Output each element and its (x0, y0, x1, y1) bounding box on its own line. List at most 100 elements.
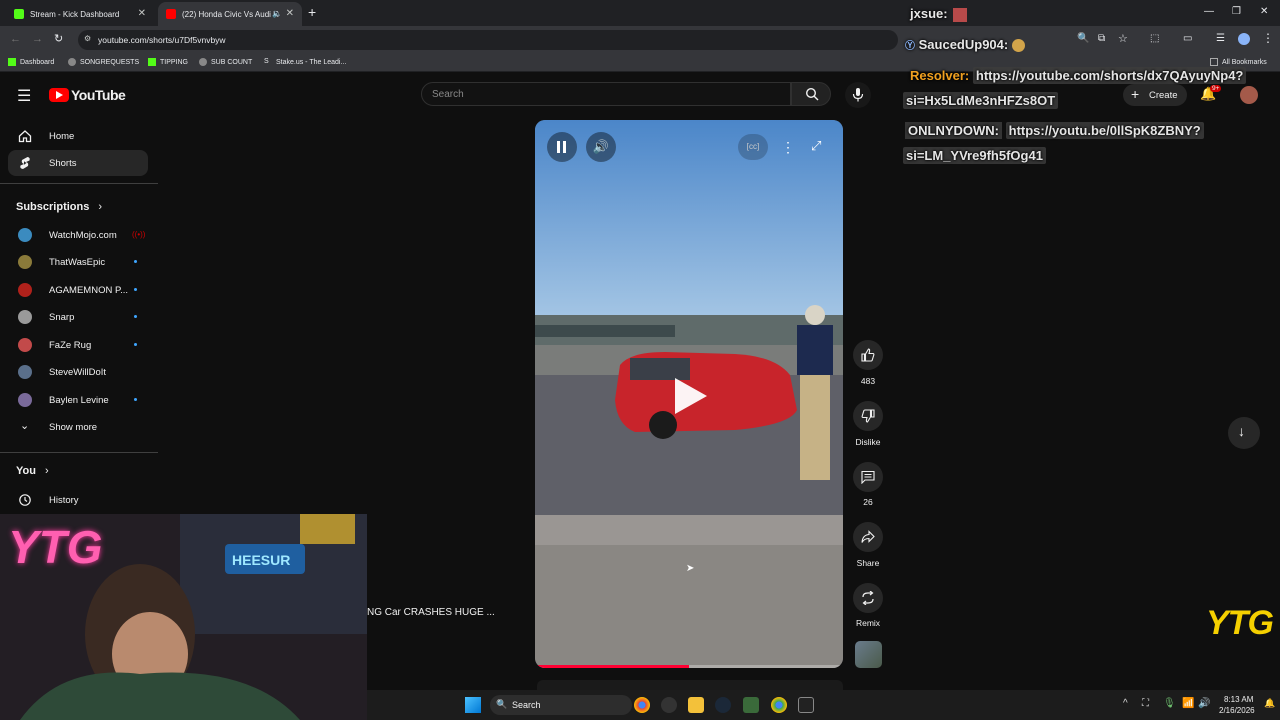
account-avatar[interactable] (1240, 86, 1258, 104)
divider (0, 183, 158, 184)
tab-youtube[interactable]: (22) Honda Civic Vs Audi R 🔈 ✕ (158, 2, 302, 26)
sidebar-item-history[interactable]: History (8, 487, 148, 513)
close-tab-icon[interactable]: ✕ (286, 8, 294, 19)
back-icon[interactable]: ← (10, 33, 21, 45)
youtube-logo-text: YouTube (71, 87, 126, 103)
you-heading[interactable]: You › (16, 465, 49, 477)
more-options-icon[interactable]: ⋮ (781, 139, 795, 156)
reload-icon[interactable]: ↻ (54, 32, 63, 45)
chat-link[interactable]: si=Hx5LdMe3nHFZs8OT (903, 92, 1059, 109)
all-bookmarks[interactable]: All Bookmarks (1210, 58, 1267, 66)
play-overlay-icon[interactable] (675, 378, 707, 414)
sidebar-icon[interactable]: ▭ (1183, 33, 1192, 44)
forward-icon[interactable]: → (32, 33, 43, 45)
coin-icon (199, 58, 207, 66)
chat-link[interactable]: https://youtu.be/0llSpK8ZBNY? (1005, 122, 1204, 139)
chat-link[interactable]: https://youtube.com/shorts/dx7QAyuyNp4? (972, 67, 1247, 84)
remix-icon (862, 591, 874, 605)
tab-kick[interactable]: Stream - Kick Dashboard ✕ (6, 2, 154, 26)
folder-icon[interactable] (688, 697, 704, 713)
clock-date[interactable]: 2/16/2026 (1219, 706, 1255, 715)
bookmark-tipping[interactable]: TIPPING (148, 58, 188, 66)
profile-avatar[interactable] (1238, 33, 1250, 45)
like-button[interactable] (853, 340, 883, 370)
remix-button[interactable] (853, 583, 883, 613)
sidebar-item-stevewilldoit[interactable]: SteveWillDoIt (8, 359, 148, 385)
bookmark-subcount[interactable]: SUB COUNT (199, 58, 252, 66)
bookmark-dashboard[interactable]: Dashboard (8, 58, 54, 66)
bookmark-songrequests[interactable]: SONGREQUESTS (68, 58, 139, 66)
fullscreen-icon[interactable]: ⤢ (811, 138, 821, 154)
bookmark-stake[interactable]: S Stake.us - The Leadi... (264, 58, 346, 66)
next-video-button[interactable]: ↓ (1228, 417, 1260, 449)
play-triangle-icon (56, 91, 63, 99)
sidebar-item-baylenlevine[interactable]: Baylen Levine (8, 387, 148, 413)
bookmark-label: SUB COUNT (211, 58, 253, 66)
sound-thumbnail[interactable] (855, 641, 882, 668)
close-tab-icon[interactable]: ✕ (138, 8, 146, 19)
obs-icon[interactable] (661, 697, 677, 713)
volume-tray-icon[interactable]: 🔊 (1198, 698, 1210, 709)
pause-button[interactable] (547, 132, 577, 162)
wifi-icon[interactable]: 📶 (1182, 698, 1194, 709)
star-icon[interactable]: ☆ (1118, 32, 1128, 45)
start-icon[interactable] (465, 697, 481, 713)
share-button[interactable] (853, 522, 883, 552)
voice-search-button[interactable] (845, 82, 871, 108)
captions-button[interactable]: [cc] (738, 134, 768, 160)
tray-icon[interactable]: ⛶ (1142, 698, 1149, 709)
close-window-button[interactable]: ✕ (1260, 6, 1268, 17)
chrome-icon[interactable] (771, 697, 787, 713)
subscriptions-label: Subscriptions (16, 201, 90, 213)
show-more-button[interactable]: ⌄ Show more (8, 414, 148, 440)
chrome-icon[interactable] (634, 697, 650, 713)
search-input[interactable]: Search (421, 82, 791, 106)
sidebar-item-agamemnon[interactable]: AGAMEMNON P... (8, 277, 148, 303)
sidebar-item-snarp[interactable]: Snarp (8, 304, 148, 330)
chat-link[interactable]: si=LM_YVre9fh5fOg41 (903, 147, 1046, 164)
channel-name: ThatWasEpic (49, 257, 106, 268)
install-icon[interactable]: ⧉ (1098, 33, 1105, 44)
create-label: Create (1149, 90, 1178, 101)
clock-time[interactable]: 8:13 AM (1224, 695, 1253, 704)
sidebar-item-thatwasepic[interactable]: ThatWasEpic (8, 249, 148, 275)
search-icon (805, 87, 819, 101)
volume-button[interactable]: 🔊 (586, 132, 616, 162)
create-button[interactable]: + Create (1123, 84, 1187, 106)
tray-chevron-icon[interactable]: ^ (1123, 698, 1128, 709)
new-tab-button[interactable]: + (308, 4, 316, 20)
tab-search-icon[interactable]: ☰ (1216, 33, 1225, 44)
new-content-dot (134, 315, 137, 318)
minimize-button[interactable]: — (1204, 6, 1214, 17)
sidebar-item-watchmojo[interactable]: WatchMojo.com ((•)) (8, 222, 148, 248)
history-icon (19, 494, 31, 506)
comments-button[interactable] (853, 462, 883, 492)
menu-icon[interactable]: ⋮ (1262, 31, 1274, 45)
avatar (18, 338, 32, 352)
notification-center-icon[interactable]: 🔔 (1264, 698, 1275, 709)
site-info-icon[interactable]: ⚙ (84, 34, 91, 43)
sidebar-item-shorts[interactable]: Shorts (8, 150, 148, 176)
epic-games-icon[interactable] (798, 697, 814, 713)
zoom-icon[interactable]: 🔍 (1077, 33, 1089, 44)
speaker-icon[interactable]: 🔈 (272, 9, 282, 18)
sidebar-item-fazerug[interactable]: FaZe Rug (8, 332, 148, 358)
maximize-button[interactable]: ❐ (1232, 6, 1241, 17)
taskbar-search[interactable]: 🔍 Search (490, 695, 632, 715)
sidebar-item-home[interactable]: Home (8, 123, 148, 149)
app-icon[interactable] (743, 697, 759, 713)
extensions-icon[interactable]: ⬚ (1150, 33, 1159, 44)
progress-fill (535, 665, 689, 668)
bookmark-label: Stake.us - The Leadi... (276, 58, 347, 66)
hamburger-icon[interactable]: ☰ (17, 86, 31, 106)
mic-tray-icon[interactable]: 🎙 (1163, 698, 1176, 709)
avatar (18, 255, 32, 269)
subscriptions-heading[interactable]: Subscriptions › (16, 201, 102, 213)
progress-track[interactable] (535, 665, 843, 668)
dislike-button[interactable] (853, 401, 883, 431)
steam-icon[interactable] (715, 697, 731, 713)
address-bar[interactable]: ⚙ youtube.com/shorts/u7Df5vnvbyw (78, 30, 898, 50)
search-button[interactable] (791, 82, 831, 106)
channel-name: Snarp (49, 312, 75, 323)
shorts-video-player[interactable]: 🔊 [cc] ⋮ ⤢ (535, 120, 843, 668)
